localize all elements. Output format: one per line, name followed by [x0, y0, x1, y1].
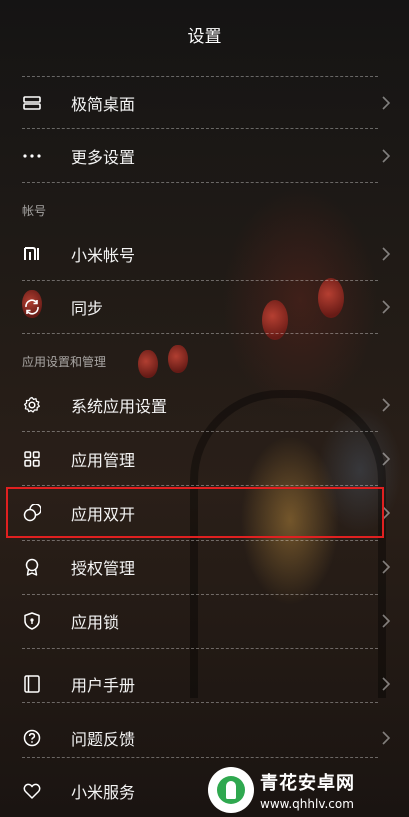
settings-item-system-apps[interactable]: 系统应用设置 [0, 380, 409, 430]
settings-item-label: 极简桌面 [71, 95, 136, 114]
minimal-desktop-icon [22, 93, 42, 113]
grid-icon [22, 449, 42, 469]
settings-item-label: 同步 [71, 299, 104, 318]
gear-icon [22, 395, 42, 415]
settings-item-label: 应用锁 [71, 613, 120, 632]
award-icon [22, 557, 42, 577]
settings-item-label: 系统应用设置 [71, 397, 168, 416]
chevron-right-icon [382, 398, 391, 412]
page-title: 设置 [187, 27, 222, 47]
settings-item-feedback[interactable]: 问题反馈 [0, 713, 409, 763]
chevron-right-icon [382, 614, 391, 628]
settings-item-authorization[interactable]: 授权管理 [0, 542, 409, 592]
question-icon [22, 728, 42, 748]
chevron-right-icon [382, 247, 391, 261]
divider [22, 280, 378, 281]
watermark-logo-icon [208, 767, 254, 813]
section-header-account: 帐号 [22, 204, 47, 218]
book-icon [22, 674, 42, 694]
chevron-right-icon [382, 731, 391, 745]
more-dots-icon [22, 146, 42, 166]
divider [22, 594, 378, 595]
lantern-decoration [138, 350, 158, 378]
divider [22, 648, 378, 649]
divider [22, 333, 378, 334]
settings-item-minimal-desktop[interactable]: 极简桌面 [0, 78, 409, 128]
chevron-right-icon [382, 560, 391, 574]
settings-item-sync[interactable]: 同步 [0, 282, 409, 332]
divider [22, 431, 378, 432]
divider [22, 485, 378, 486]
lantern-decoration [168, 345, 188, 373]
settings-item-label: 小米服务 [71, 783, 136, 802]
settings-item-label: 问题反馈 [71, 730, 136, 749]
divider [22, 76, 378, 77]
sync-icon [22, 297, 42, 317]
divider [22, 540, 378, 541]
chevron-right-icon [382, 677, 391, 691]
chevron-right-icon [382, 149, 391, 163]
settings-item-mi-account[interactable]: 小米帐号 [0, 229, 409, 279]
divider [22, 182, 378, 183]
settings-item-label: 更多设置 [71, 148, 136, 167]
settings-item-label: 用户手册 [71, 676, 136, 695]
settings-item-user-manual[interactable]: 用户手册 [0, 659, 409, 709]
section-header-app-settings: 应用设置和管理 [22, 355, 107, 369]
highlight-box [6, 487, 384, 538]
chevron-right-icon [382, 96, 391, 110]
settings-item-label: 授权管理 [71, 559, 136, 578]
divider [22, 128, 378, 129]
settings-item-app-management[interactable]: 应用管理 [0, 434, 409, 484]
watermark-name: 青花安卓网 [260, 773, 355, 794]
settings-item-more-settings[interactable]: 更多设置 [0, 131, 409, 181]
watermark-url: www.qhhlv.com [260, 797, 354, 811]
chevron-right-icon [382, 452, 391, 466]
settings-item-label: 应用管理 [71, 451, 136, 470]
settings-item-label: 小米帐号 [71, 246, 136, 265]
chevron-right-icon [382, 300, 391, 314]
heart-icon [22, 781, 42, 801]
mi-logo-icon [22, 244, 42, 264]
shield-lock-icon [22, 611, 42, 631]
watermark: 青花安卓网 www.qhhlv.com [208, 764, 408, 816]
settings-item-app-lock[interactable]: 应用锁 [0, 596, 409, 646]
